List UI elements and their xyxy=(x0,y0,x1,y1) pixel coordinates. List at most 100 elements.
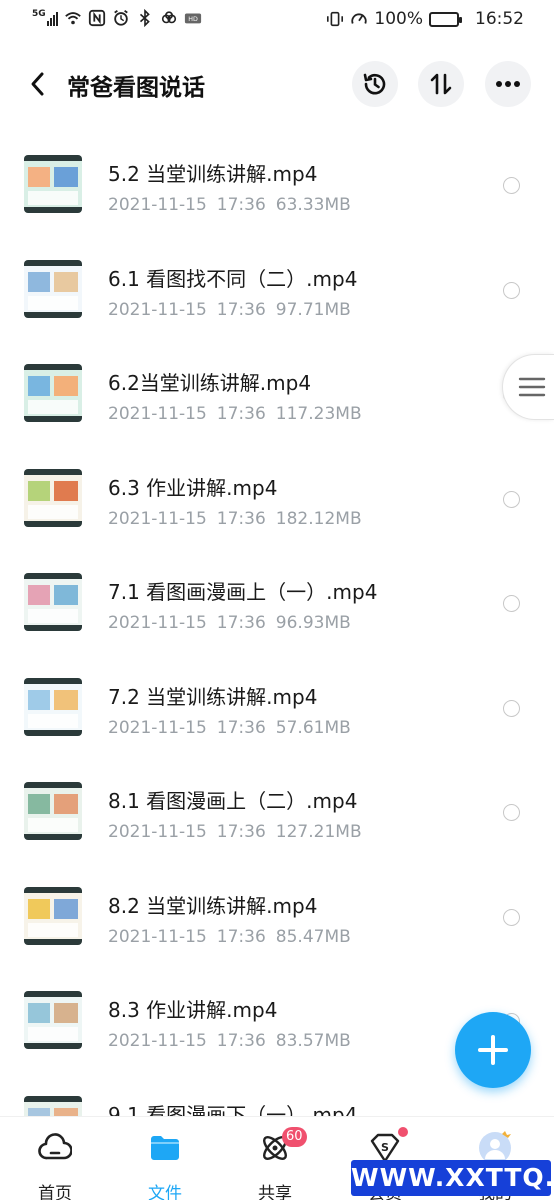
file-time: 17:36 xyxy=(216,1031,266,1051)
battery-icon xyxy=(429,11,462,27)
signal-label: 5G xyxy=(32,9,46,19)
watermark-banner: WWW.XXTTQ.COM xyxy=(351,1160,554,1196)
clock: 16:52 xyxy=(475,9,524,29)
nav-files[interactable]: 文件 xyxy=(110,1117,220,1200)
file-size: 63.33MB xyxy=(275,195,351,215)
select-radio[interactable] xyxy=(503,281,520,299)
share-badge: 60 xyxy=(282,1127,307,1147)
select-radio[interactable] xyxy=(503,490,520,508)
file-time: 17:36 xyxy=(216,508,266,529)
wifi-icon xyxy=(64,12,81,25)
sort-icon xyxy=(430,73,452,95)
cloud-icon xyxy=(161,11,176,24)
back-icon xyxy=(31,72,44,96)
status-bar: 5G HD 100% 16:52 xyxy=(0,0,554,42)
file-date: 2021-11-15 xyxy=(108,1031,207,1051)
nfc-icon xyxy=(88,9,105,27)
file-date: 2021-11-15 xyxy=(108,926,207,947)
video-thumbnail xyxy=(24,886,82,945)
nav-label: 首页 xyxy=(38,1184,72,1200)
file-meta: 2021-11-15 17:36 85.47MB xyxy=(108,927,351,947)
file-meta: 2021-11-15 17:36 117.23MB xyxy=(108,404,362,424)
file-date: 2021-11-15 xyxy=(108,822,207,842)
file-size: 96.93MB xyxy=(275,613,351,633)
select-radio[interactable] xyxy=(503,177,520,194)
file-date: 2021-11-15 xyxy=(108,508,207,529)
file-name: 6.3 作业讲解.mp4 xyxy=(108,475,278,500)
signal-icon: 5G xyxy=(32,10,58,26)
hd-icon: HD xyxy=(184,13,201,24)
status-right: 100% 16:52 xyxy=(326,9,524,29)
page-title: 常爸看图说话 xyxy=(67,75,205,101)
file-name: 5.2 当堂训练讲解.mp4 xyxy=(108,162,318,186)
file-row[interactable]: 7.1 看图画漫画上（一）.mp4 2021-11-15 17:36 96.93MB xyxy=(0,544,554,648)
file-row[interactable]: 6.3 作业讲解.mp4 2021-11-15 17:36 182.12MB xyxy=(0,440,554,544)
file-size: 117.23MB xyxy=(275,404,362,424)
file-size: 97.71MB xyxy=(275,299,351,320)
history-button[interactable] xyxy=(352,61,398,107)
file-name: 8.3 作业讲解.mp4 xyxy=(108,998,278,1022)
select-radio[interactable] xyxy=(503,908,520,926)
file-size: 57.61MB xyxy=(275,717,351,738)
file-meta: 2021-11-15 17:36 97.71MB xyxy=(108,300,351,320)
add-button[interactable] xyxy=(455,1012,531,1088)
home-cloud-icon xyxy=(38,1133,72,1160)
more-button[interactable] xyxy=(485,61,531,107)
file-time: 17:36 xyxy=(216,195,266,215)
video-thumbnail xyxy=(24,364,82,422)
file-row[interactable]: 8.2 当堂训练讲解.mp4 2021-11-15 17:36 85.47MB xyxy=(0,858,554,962)
video-thumbnail xyxy=(24,1095,82,1116)
file-time: 17:36 xyxy=(216,822,266,842)
video-thumbnail xyxy=(24,573,82,631)
svg-text:HD: HD xyxy=(188,16,198,23)
file-name: 6.2当堂训练讲解.mp4 xyxy=(108,371,312,395)
file-name: 8.2 当堂训练讲解.mp4 xyxy=(108,893,318,918)
select-radio[interactable] xyxy=(503,804,520,821)
file-name: 9.1 看图漫画下（一）.mp4 xyxy=(108,1102,358,1117)
video-thumbnail xyxy=(24,468,82,527)
file-name: 7.1 看图画漫画上（一）.mp4 xyxy=(108,580,378,604)
svg-text:S: S xyxy=(381,1141,389,1154)
file-meta: 2021-11-15 17:36 127.21MB xyxy=(108,822,362,842)
app-header: 常爸看图说话 xyxy=(0,42,554,126)
select-radio[interactable] xyxy=(503,699,520,717)
plus-icon xyxy=(478,1035,508,1065)
file-row[interactable]: 8.1 看图漫画上（二）.mp4 2021-11-15 17:36 127.21MB xyxy=(0,753,554,857)
file-row[interactable]: 6.2当堂训练讲解.mp4 2021-11-15 17:36 117.23MB xyxy=(0,335,554,439)
nav-label: 共享 xyxy=(258,1184,292,1200)
file-meta: 2021-11-15 17:36 83.57MB xyxy=(108,1031,351,1051)
file-row[interactable]: 6.1 看图找不同（二）.mp4 2021-11-15 17:36 97.71MB xyxy=(0,231,554,335)
video-thumbnail xyxy=(24,991,82,1049)
vibrate-icon xyxy=(327,11,344,27)
file-date: 2021-11-15 xyxy=(108,404,207,424)
file-name: 7.2 当堂训练讲解.mp4 xyxy=(108,684,318,709)
select-radio[interactable] xyxy=(503,595,520,612)
file-meta: 2021-11-15 17:36 57.61MB xyxy=(108,718,351,738)
file-row[interactable]: 5.2 当堂训练讲解.mp4 2021-11-15 17:36 63.33MB xyxy=(0,126,554,230)
file-date: 2021-11-15 xyxy=(108,717,207,738)
battery-percent: 100% xyxy=(374,9,423,29)
sort-button[interactable] xyxy=(418,61,464,107)
file-name: 6.1 看图找不同（二）.mp4 xyxy=(108,266,358,291)
file-size: 83.57MB xyxy=(275,1031,351,1051)
file-name: 8.1 看图漫画上（二）.mp4 xyxy=(108,789,358,813)
menu-icon xyxy=(518,377,546,397)
file-list: 5.2 当堂训练讲解.mp4 2021-11-15 17:36 63.33MB 6.1 … xyxy=(0,126,554,1116)
speed-icon xyxy=(351,13,368,24)
file-row[interactable]: 7.2 当堂训练讲解.mp4 2021-11-15 17:36 57.61MB xyxy=(0,649,554,753)
file-size: 85.47MB xyxy=(275,926,351,947)
file-date: 2021-11-15 xyxy=(108,613,207,633)
file-time: 17:36 xyxy=(216,404,266,424)
vip-dot xyxy=(398,1127,408,1137)
file-size: 127.21MB xyxy=(275,822,362,842)
video-thumbnail xyxy=(24,259,82,318)
status-left: 5G HD xyxy=(32,9,202,27)
file-time: 17:36 xyxy=(216,717,266,738)
bluetooth-icon xyxy=(139,9,150,27)
file-date: 2021-11-15 xyxy=(108,195,207,215)
nav-share[interactable]: 60 共享 xyxy=(220,1117,330,1200)
file-time: 17:36 xyxy=(216,613,266,633)
back-button[interactable] xyxy=(22,64,52,104)
more-icon xyxy=(496,81,520,87)
nav-home[interactable]: 首页 xyxy=(0,1117,110,1200)
